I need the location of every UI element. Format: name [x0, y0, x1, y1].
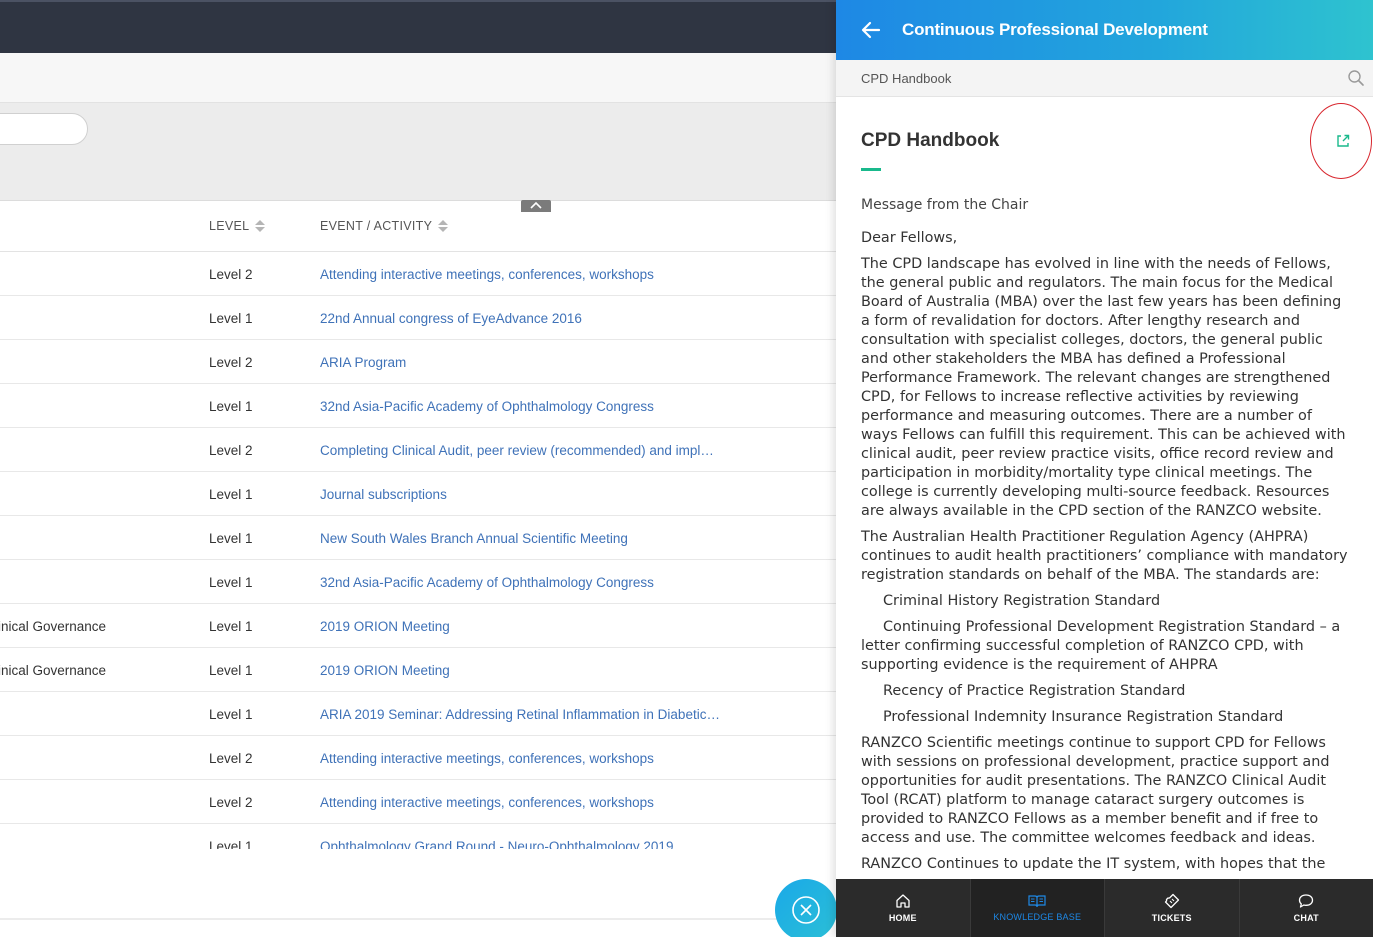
cell-level: Level 2 [209, 267, 253, 282]
nav-chat[interactable]: CHAT [1240, 879, 1373, 937]
title-underline [861, 168, 881, 171]
cell-event-link[interactable]: Attending interactive meetings, conferen… [320, 267, 654, 282]
nav-tickets[interactable]: TICKETS [1105, 879, 1240, 937]
ticket-icon [1164, 893, 1179, 909]
cell-level: Level 1 [209, 399, 253, 414]
cell-event-link[interactable]: 2019 ORION Meeting [320, 663, 450, 678]
article-content: CPD Handbook Message from the Chair Dear… [836, 97, 1373, 879]
table-row[interactable]: Level 2 Attending interactive meetings, c… [0, 780, 836, 824]
panel-header: Continuous Professional Development [836, 0, 1373, 60]
column-header-label: LEVEL [209, 219, 250, 233]
table-row[interactable]: Level 2 Attending interactive meetings, c… [0, 736, 836, 780]
sort-icon [438, 220, 449, 232]
nav-home[interactable]: HOME [836, 879, 971, 937]
cell-event-link[interactable]: New South Wales Branch Annual Scientific… [320, 531, 628, 546]
activities-table: LEVEL EVENT / ACTIVITY Level 2 Attending … [0, 201, 836, 849]
cell-event-link[interactable]: 2019 ORION Meeting [320, 619, 450, 634]
cell-event-link[interactable]: Attending interactive meetings, conferen… [320, 795, 654, 810]
close-circle-icon [792, 896, 820, 924]
table-row[interactable]: Level 1 New South Wales Branch Annual Sci… [0, 516, 836, 560]
cell-event-link[interactable]: ARIA 2019 Seminar: Addressing Retinal In… [320, 707, 720, 722]
nav-label: CHAT [1293, 913, 1319, 923]
article-intro: Message from the Chair [861, 197, 1029, 213]
standard-item: Professional Indemnity Insurance Registr… [883, 709, 1284, 725]
sub-toolbar [0, 53, 836, 103]
table-row[interactable]: Level 1 32nd Asia-Pacific Academy of Opht… [0, 560, 836, 604]
cell-event-link[interactable]: Completing Clinical Audit, peer review (… [320, 443, 720, 458]
book-icon [1028, 895, 1046, 908]
cell-level: Level 1 [209, 311, 253, 326]
open-external-icon[interactable] [1335, 133, 1351, 149]
cell-category: inical Governance [0, 619, 107, 634]
column-header-label: EVENT / ACTIVITY [320, 219, 433, 233]
cell-level: Level 2 [209, 751, 253, 766]
standard-item: Criminal History Registration Standard [883, 593, 1161, 609]
standard-item: Continuing Professional Development Regi… [861, 619, 1341, 673]
nav-label: HOME [888, 913, 917, 923]
cell-level: Level 1 [209, 487, 253, 502]
breadcrumb-item[interactable]: CPD Handbook [861, 71, 951, 86]
filter-area [0, 103, 836, 212]
table-body: Level 2 Attending interactive meetings, c… [0, 252, 836, 849]
chat-bubble-icon [1299, 894, 1314, 908]
table-row[interactable]: Level 1 ARIA 2019 Seminar: Addressing Ret… [0, 692, 836, 736]
cell-level: Level 1 [209, 531, 253, 546]
article-title: CPD Handbook [861, 130, 1000, 151]
table-row[interactable]: Level 1 Ophthalmology Grand Round - Neuro… [0, 824, 836, 849]
back-arrow-icon[interactable] [860, 19, 882, 41]
cell-level: Level 2 [209, 795, 253, 810]
page-footer-divider [0, 918, 836, 920]
panel-title: Continuous Professional Development [902, 20, 1208, 39]
table-row[interactable]: inical Governance Level 1 2019 ORION Meeti… [0, 604, 836, 648]
close-help-widget-button[interactable] [775, 879, 837, 937]
table-row[interactable]: Level 1 32nd Asia-Pacific Academy of Opht… [0, 384, 836, 428]
table-row[interactable]: Level 2 Completing Clinical Audit, peer r… [0, 428, 836, 472]
table-row[interactable]: inical Governance Level 1 2019 ORION Meeti… [0, 648, 836, 692]
article-paragraph: The Australian Health Practitioner Regul… [861, 529, 1348, 583]
search-icon[interactable] [1347, 69, 1365, 87]
table-row[interactable]: Level 1 Journal subscriptions [0, 472, 836, 516]
cell-level: Level 2 [209, 355, 253, 370]
cell-level: Level 1 [209, 575, 253, 590]
table-row[interactable]: Level 1 22nd Annual congress of EyeAdvanc… [0, 296, 836, 340]
breadcrumb: CPD Handbook [836, 60, 1373, 97]
cell-event-link[interactable]: Attending interactive meetings, conferen… [320, 751, 654, 766]
table-row[interactable]: Level 2 Attending interactive meetings, c… [0, 252, 836, 296]
filter-search-input[interactable] [0, 113, 88, 145]
nav-label: TICKETS [1151, 913, 1192, 923]
article-paragraph: RANZCO Continues to update the IT system… [861, 856, 1326, 872]
cell-level: Level 1 [209, 707, 253, 722]
table-row[interactable]: Level 2 ARIA Program [0, 340, 836, 384]
home-icon [896, 894, 910, 908]
column-header-event[interactable]: EVENT / ACTIVITY [320, 219, 449, 233]
table-header: LEVEL EVENT / ACTIVITY [0, 201, 836, 252]
cell-level: Level 1 [209, 619, 253, 634]
help-panel: Continuous Professional Development CPD … [836, 0, 1373, 937]
article-paragraph: RANZCO Scientific meetings continue to s… [861, 735, 1330, 846]
cell-level: Level 1 [209, 839, 253, 849]
cell-event-link[interactable]: Journal subscriptions [320, 487, 447, 502]
cell-event-link[interactable]: 32nd Asia-Pacific Academy of Ophthalmolo… [320, 399, 654, 414]
nav-label: KNOWLEDGE BASE [993, 912, 1082, 922]
sort-icon [255, 220, 266, 232]
cell-category: inical Governance [0, 663, 107, 678]
cell-event-link[interactable]: 22nd Annual congress of EyeAdvance 2016 [320, 311, 582, 326]
article-paragraph: The CPD landscape has evolved in line wi… [861, 256, 1346, 519]
standard-item: Recency of Practice Registration Standar… [883, 683, 1186, 699]
nav-knowledge-base[interactable]: KNOWLEDGE BASE [970, 879, 1105, 937]
cell-level: Level 2 [209, 443, 253, 458]
cell-event-link[interactable]: 32nd Asia-Pacific Academy of Ophthalmolo… [320, 575, 654, 590]
column-header-level[interactable]: LEVEL [209, 219, 266, 233]
article-salutation: Dear Fellows, [861, 230, 958, 246]
cell-event-link[interactable]: ARIA Program [320, 355, 406, 370]
cell-level: Level 1 [209, 663, 253, 678]
article-body: Message from the Chair Dear Fellows, The… [861, 196, 1348, 874]
cell-event-link[interactable]: Ophthalmology Grand Round - Neuro-Ophtha… [320, 839, 673, 849]
bottom-navigation: HOME KNOWLEDGE BASE TICKETS CHAT [836, 879, 1373, 937]
